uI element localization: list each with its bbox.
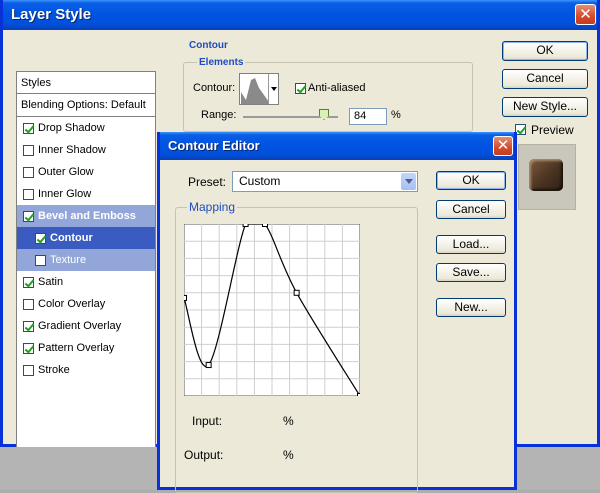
range-value: 84 bbox=[354, 110, 367, 122]
style-item-label: Gradient Overlay bbox=[38, 320, 122, 332]
style-item-label: Pattern Overlay bbox=[38, 342, 115, 354]
curve-point-4[interactable] bbox=[293, 289, 300, 296]
style-item-gradient-overlay[interactable]: Gradient Overlay bbox=[17, 315, 155, 337]
contour-editor-body: Preset: Custom Mapping Input: % Output: … bbox=[160, 160, 514, 493]
anti-aliased-label: Anti-aliased bbox=[308, 82, 366, 94]
style-item-label: Contour bbox=[50, 232, 93, 244]
editor-cancel-button[interactable]: Cancel bbox=[436, 200, 506, 219]
style-checkbox[interactable] bbox=[35, 232, 46, 244]
style-item-inner-shadow[interactable]: Inner Shadow bbox=[17, 139, 155, 161]
contour-editor-titlebar: Contour Editor bbox=[160, 132, 514, 160]
ok-button[interactable]: OK bbox=[502, 41, 588, 61]
close-icon[interactable]: ✕ bbox=[575, 4, 596, 25]
mapping-curve-graph[interactable] bbox=[184, 224, 360, 396]
contour-editor-dialog: Contour Editor ✕ Preset: Custom Mapping … bbox=[157, 132, 517, 493]
new-style-button[interactable]: New Style... bbox=[502, 97, 588, 117]
range-label: Range: bbox=[201, 109, 237, 121]
cancel-button[interactable]: Cancel bbox=[502, 69, 588, 89]
contour-dropdown-arrow[interactable] bbox=[268, 74, 278, 104]
new-button[interactable]: New... bbox=[436, 298, 506, 317]
layer-style-titlebar: Layer Style bbox=[3, 0, 597, 30]
curve-point-5[interactable] bbox=[357, 393, 361, 397]
style-checkbox[interactable] bbox=[23, 166, 34, 178]
style-checkbox[interactable] bbox=[23, 342, 34, 354]
elements-title: Elements bbox=[197, 57, 246, 68]
style-item-label: Texture bbox=[50, 254, 87, 266]
style-checkbox[interactable] bbox=[23, 298, 34, 310]
curve-point-2[interactable] bbox=[242, 224, 249, 227]
elements-groupbox bbox=[183, 62, 473, 132]
input-label: Input: bbox=[192, 414, 223, 428]
contour-thumbnail[interactable] bbox=[239, 73, 279, 105]
style-item-label: Outer Glow bbox=[38, 166, 94, 178]
anti-aliased-checkbox[interactable] bbox=[295, 83, 306, 94]
style-item-pattern-overlay[interactable]: Pattern Overlay bbox=[17, 337, 155, 359]
style-item-inner-glow[interactable]: Inner Glow bbox=[17, 183, 155, 205]
style-item-color-overlay[interactable]: Color Overlay bbox=[17, 293, 155, 315]
contour-thumb-icon bbox=[241, 78, 269, 104]
contour-editor-title: Contour Editor bbox=[168, 138, 260, 153]
blending-options-item[interactable]: Blending Options: Default bbox=[17, 94, 155, 117]
contour-section-title: Contour bbox=[189, 40, 228, 51]
curve-point-1[interactable] bbox=[205, 362, 212, 369]
curve-point-3[interactable] bbox=[261, 224, 268, 227]
style-item-label: Stroke bbox=[38, 364, 70, 376]
preset-select[interactable]: Custom bbox=[232, 171, 418, 192]
style-item-outer-glow[interactable]: Outer Glow bbox=[17, 161, 155, 183]
style-item-label: Inner Shadow bbox=[38, 144, 106, 156]
window-title: Layer Style bbox=[11, 6, 92, 23]
styles-list: Styles Blending Options: Default Drop Sh… bbox=[16, 71, 156, 460]
style-item-label: Satin bbox=[38, 276, 64, 288]
output-label: Output: bbox=[184, 448, 224, 462]
style-checkbox[interactable] bbox=[23, 210, 34, 222]
style-item-label: Inner Glow bbox=[38, 188, 92, 200]
style-preview-swatch bbox=[518, 144, 576, 210]
style-checkbox[interactable] bbox=[23, 320, 34, 332]
input-unit: % bbox=[283, 414, 294, 428]
style-checkbox[interactable] bbox=[23, 364, 34, 376]
style-checkbox[interactable] bbox=[23, 122, 34, 134]
style-item-label: Color Overlay bbox=[38, 298, 106, 310]
style-checkbox[interactable] bbox=[23, 188, 34, 200]
style-items: Drop Shadow Inner Shadow Outer Glow Inner G… bbox=[17, 117, 155, 381]
style-checkbox[interactable] bbox=[35, 254, 46, 266]
style-item-satin[interactable]: Satin bbox=[17, 271, 155, 293]
range-input[interactable]: 84 bbox=[349, 108, 387, 125]
mapping-label: Mapping bbox=[187, 200, 238, 214]
style-item-label: Drop Shadow bbox=[38, 122, 105, 134]
preview-label: Preview bbox=[531, 123, 574, 137]
chevron-down-icon[interactable] bbox=[401, 173, 416, 190]
preview-chip bbox=[529, 159, 563, 191]
contour-label: Contour: bbox=[193, 82, 236, 94]
preset-label: Preset: bbox=[188, 175, 227, 189]
style-item-drop-shadow[interactable]: Drop Shadow bbox=[17, 117, 155, 139]
range-unit: % bbox=[391, 109, 401, 121]
editor-ok-button[interactable]: OK bbox=[436, 171, 506, 190]
styles-header[interactable]: Styles bbox=[17, 72, 155, 94]
load-button[interactable]: Load... bbox=[436, 235, 506, 254]
style-item-contour[interactable]: Contour bbox=[17, 227, 155, 249]
save-button[interactable]: Save... bbox=[436, 263, 506, 282]
style-checkbox[interactable] bbox=[23, 144, 34, 156]
style-checkbox[interactable] bbox=[23, 276, 34, 288]
style-item-label: Bevel and Emboss bbox=[38, 210, 136, 222]
output-unit: % bbox=[283, 448, 294, 462]
preset-value: Custom bbox=[239, 174, 281, 188]
style-item-bevel-and-emboss[interactable]: Bevel and Emboss bbox=[17, 205, 155, 227]
curve-point-0[interactable] bbox=[184, 294, 187, 301]
editor-close-icon[interactable]: ✕ bbox=[493, 136, 513, 156]
style-item-stroke[interactable]: Stroke bbox=[17, 359, 155, 381]
style-item-texture[interactable]: Texture bbox=[17, 249, 155, 271]
